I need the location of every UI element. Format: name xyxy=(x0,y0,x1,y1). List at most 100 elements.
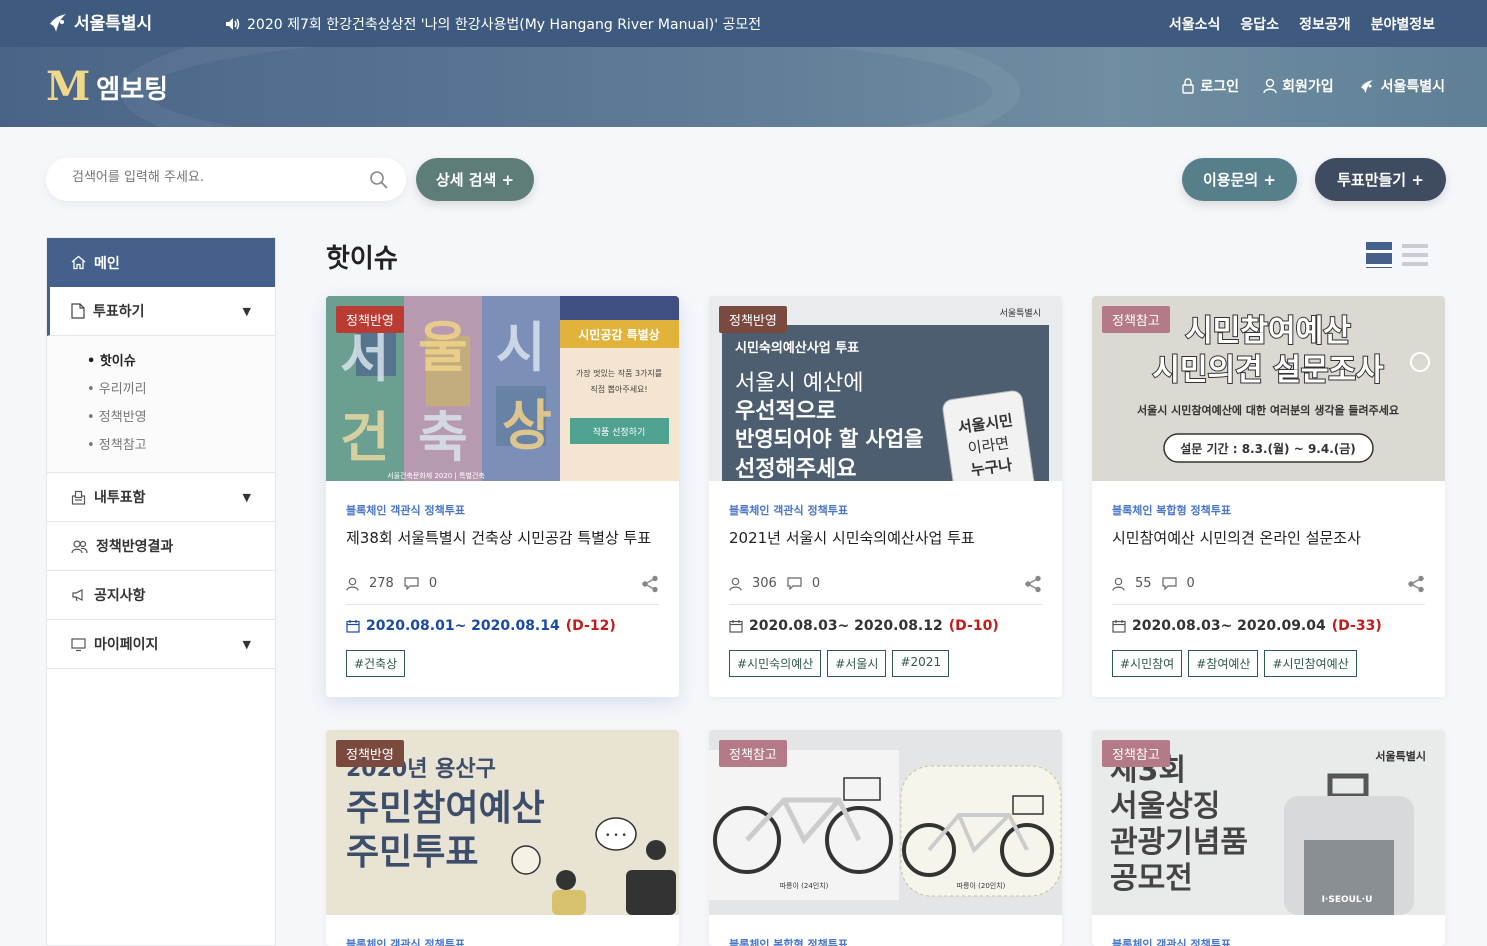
poster-line: 주민참여예산 xyxy=(346,788,545,829)
user-icon xyxy=(729,577,742,591)
date-range: 2020.08.01~ 2020.08.14 xyxy=(366,618,560,634)
seoul-logo-text: 서울특별시 xyxy=(74,14,153,34)
d-day: (D-33) xyxy=(1331,618,1382,634)
participant-count: 306 xyxy=(752,576,777,591)
hashtag[interactable]: #시민참여 xyxy=(1112,650,1183,677)
poster-line: 서울시 시민참여예산에 대한 여러분의 생각을 들려주세요 xyxy=(1137,403,1399,417)
page-title: 핫이슈 xyxy=(326,244,398,274)
notice-ticker[interactable]: 2020 제7회 한강건축상상전 '나의 한강사용법(My Hangang Ri… xyxy=(225,14,761,34)
sidebar-item-vote[interactable]: 투표하기 ▼ xyxy=(47,287,275,336)
ballot-box-icon xyxy=(71,490,86,505)
status-badge: 정책참고 xyxy=(719,740,787,767)
sidebar-item-my-votes-label: 내투표함 xyxy=(94,490,146,506)
seoul-home-link[interactable]: 서울특별시 xyxy=(1358,76,1445,96)
caret-down-icon: ▼ xyxy=(242,305,251,318)
card-tags: #시민참여 #참여예산 #시민참여예산 xyxy=(1112,650,1425,697)
sidebar-item-my-votes[interactable]: 내투표함 ▼ xyxy=(47,473,275,522)
card-thumbnail: 서 울 시 건 축 상 시민공감 특별상 가장 멋있는 작품 3가지를 직접 뽑… xyxy=(326,296,679,481)
top-link-open-info[interactable]: 정보공개 xyxy=(1299,14,1351,34)
vote-card[interactable]: 따릉이 (24인치) 따릉이 (20인치) 정책참고 블록체인 복합형 정책투표 xyxy=(709,730,1062,946)
comment-icon xyxy=(1161,577,1177,590)
d-day: (D-12) xyxy=(565,618,616,634)
calendar-icon xyxy=(346,620,360,633)
card-category: 블록체인 객관식 정책투표 xyxy=(346,504,465,517)
sidebar-item-mypage[interactable]: 마이페이지 ▼ xyxy=(47,620,275,669)
top-link-news[interactable]: 서울소식 xyxy=(1169,14,1221,34)
sidebar-sub-policy-reference[interactable]: • 정책참고 xyxy=(87,432,275,460)
poster-line: 주민투표 xyxy=(346,832,478,873)
sidebar: 메인 투표하기 ▼ • 핫이슈 • 우리끼리 • 정책반영 • 정책참고 내투표… xyxy=(46,237,276,946)
poster-panel-button: 작품 선정하기 xyxy=(593,427,646,438)
monitor-icon xyxy=(71,637,86,651)
vote-card[interactable]: 서울특별시 제3회 서울상징 관광기념품 공모전 I·SEOUL·U 정책참고 … xyxy=(1092,730,1445,946)
vote-card[interactable]: 시민참여예산 시민의견 설문조사 서울시 시민참여예산에 대한 여러분의 생각을… xyxy=(1092,296,1445,697)
hashtag[interactable]: #참여예산 xyxy=(1188,650,1259,677)
poster-line: 서울시 예산에 xyxy=(735,371,863,396)
sidebar-item-vote-label: 투표하기 xyxy=(93,304,145,320)
comment-count: 0 xyxy=(428,576,438,591)
advanced-search-button[interactable]: 상세 검색 + xyxy=(416,158,534,201)
search-icon[interactable] xyxy=(369,170,388,189)
poster-footer: 서울건축문화제 2020 | 특별건축 xyxy=(387,471,485,480)
poster-line: 우선적으로 xyxy=(735,399,836,424)
date-range: 2020.08.03~ 2020.08.12 xyxy=(749,618,943,634)
card-category: 블록체인 복합형 정책투표 xyxy=(729,938,848,946)
grid-view-icon[interactable] xyxy=(1366,242,1392,268)
share-icon[interactable] xyxy=(641,575,659,593)
poster-char: 건 xyxy=(340,406,390,469)
view-toggle xyxy=(1366,242,1428,268)
hashtag[interactable]: #시민참여예산 xyxy=(1264,650,1357,677)
vote-card[interactable]: 2020년 용산구 주민참여예산 주민투표 • • • 정책반영 블록체인 객관… xyxy=(326,730,679,946)
inquiry-button[interactable]: 이용문의 + xyxy=(1182,158,1297,201)
vote-card[interactable]: 서 울 시 건 축 상 시민공감 특별상 가장 멋있는 작품 3가지를 직접 뽑… xyxy=(326,296,679,697)
poster-tag: I·SEOUL·U xyxy=(1322,895,1373,905)
sidebar-sub-ourselves[interactable]: • 우리끼리 xyxy=(87,376,275,404)
poster-char: 상 xyxy=(502,394,552,457)
card-dates: 2020.08.03~ 2020.08.12 (D-10) xyxy=(729,618,1042,634)
vote-card[interactable]: 서울특별시 시민숙의예산사업 투표 서울시 예산에 우선적으로 반영되어야 할 … xyxy=(709,296,1062,697)
seoul-logo[interactable]: 서울특별시 xyxy=(46,9,152,34)
mvoting-logo[interactable]: M 엠보팅 xyxy=(46,67,168,107)
card-title[interactable]: 시민참여예산 시민의견 온라인 설문조사 xyxy=(1112,527,1425,567)
sidebar-item-policy-results[interactable]: 정책반영결과 xyxy=(47,522,275,571)
sidebar-item-notice[interactable]: 공지사항 xyxy=(47,571,275,620)
lock-icon xyxy=(1182,78,1195,94)
status-badge: 정책반영 xyxy=(719,306,787,333)
status-badge: 정책참고 xyxy=(1102,306,1170,333)
poster-line: 선정해주세요 xyxy=(735,457,856,481)
hashtag[interactable]: #2021 xyxy=(892,650,950,677)
top-link-field-info[interactable]: 분야별정보 xyxy=(1371,14,1435,34)
list-view-icon[interactable] xyxy=(1402,242,1428,268)
share-icon[interactable] xyxy=(1024,575,1042,593)
sidebar-item-main[interactable]: 메인 xyxy=(47,238,275,287)
speaker-icon xyxy=(226,18,240,30)
poster-logo: 서울특별시 xyxy=(1375,749,1426,763)
login-label: 로그인 xyxy=(1200,79,1240,95)
top-link-eungdapso[interactable]: 응답소 xyxy=(1240,14,1279,34)
card-title[interactable]: 2021년 서울시 시민숙의예산사업 투표 xyxy=(729,527,1042,567)
hashtag[interactable]: #건축상 xyxy=(346,650,406,677)
card-stats: 278 0 xyxy=(346,573,659,605)
megaphone-icon xyxy=(72,588,83,601)
sidebar-sub-policy-applied[interactable]: • 정책반영 xyxy=(87,404,275,432)
make-vote-button[interactable]: 투표만들기 + xyxy=(1315,158,1446,201)
brand-mark: M xyxy=(46,63,91,110)
sidebar-submenu: • 핫이슈 • 우리끼리 • 정책반영 • 정책참고 xyxy=(47,336,275,473)
share-icon[interactable] xyxy=(1407,575,1425,593)
comment-count: 0 xyxy=(811,576,821,591)
poster-char: 서 xyxy=(340,326,390,389)
sidebar-sub-hot-issue[interactable]: • 핫이슈 xyxy=(87,348,275,376)
card-thumbnail: 시민참여예산 시민의견 설문조사 서울시 시민참여예산에 대한 여러분의 생각을… xyxy=(1092,296,1445,481)
login-link[interactable]: 로그인 xyxy=(1181,76,1239,96)
status-badge: 정책반영 xyxy=(336,306,404,333)
sidebar-item-policy-results-label: 정책반영결과 xyxy=(96,539,174,555)
poster-panel-text: 직접 뽑아주세요! xyxy=(590,384,647,394)
signup-label: 회원가입 xyxy=(1282,79,1334,95)
hashtag[interactable]: #시민숙의예산 xyxy=(729,650,822,677)
hashtag[interactable]: #서울시 xyxy=(827,650,887,677)
signup-link[interactable]: 회원가입 xyxy=(1263,76,1334,96)
brand-name: 엠보팅 xyxy=(96,74,169,105)
search-input[interactable] xyxy=(72,170,362,185)
card-dates: 2020.08.01~ 2020.08.14 (D-12) xyxy=(346,618,659,634)
card-title[interactable]: 제38회 서울특별시 건축상 시민공감 특별상 투표 xyxy=(346,527,659,567)
